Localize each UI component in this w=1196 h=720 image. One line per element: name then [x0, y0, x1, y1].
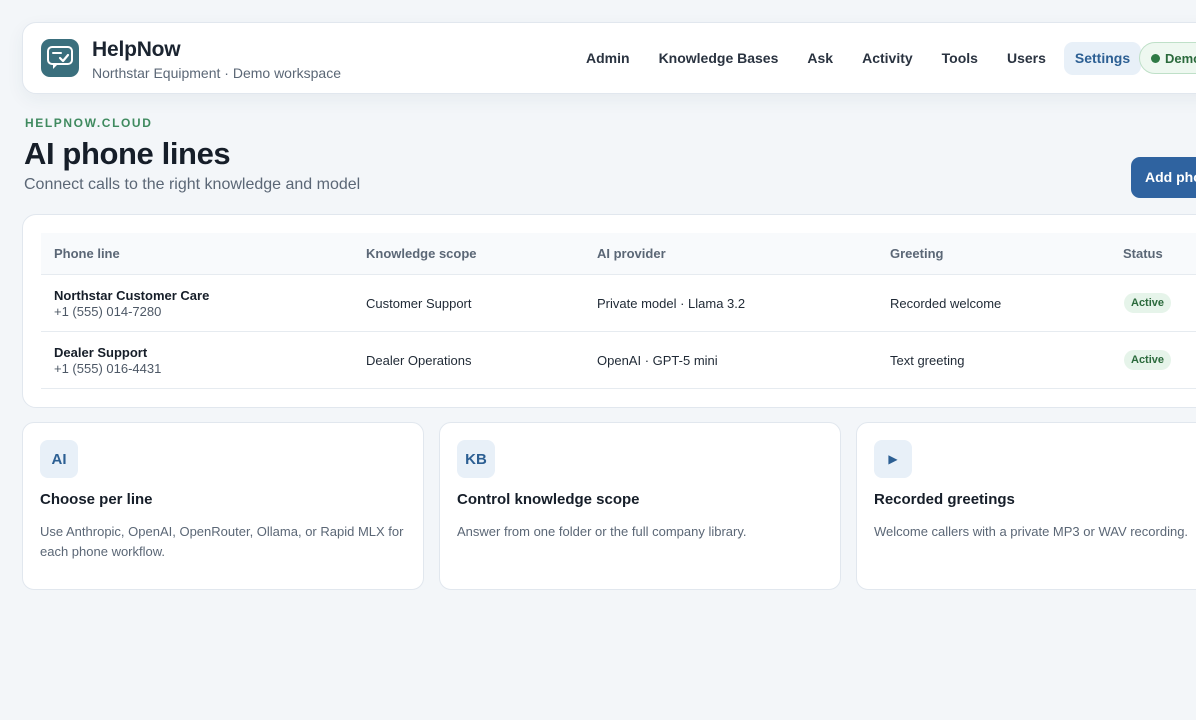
column-header-status[interactable]: Status: [1123, 246, 1163, 261]
status-badge: Active: [1124, 350, 1172, 370]
column-header-knowledge-scope[interactable]: Knowledge scope: [366, 246, 477, 261]
eyebrow-label: HELPNOW.CLOUD: [25, 116, 153, 130]
phone-line-number: +1 (555) 014-7280: [54, 304, 162, 319]
status-dot-icon: [1151, 53, 1160, 63]
nav-item-admin[interactable]: Admin: [575, 42, 641, 75]
knowledge-scope-cell: Customer Support: [366, 296, 472, 311]
nav-item-activity[interactable]: Activity: [851, 42, 924, 75]
add-phone-line-button[interactable]: Add phone line: [1131, 157, 1196, 198]
feature-description: Welcome callers with a private MP3 or WA…: [874, 524, 1189, 539]
ai-provider-cell: OpenAI · GPT-5 mini: [597, 353, 718, 368]
phone-line-name: Dealer Support: [54, 345, 148, 360]
phone-line-number: +1 (555) 016-4431: [54, 361, 162, 376]
table-header: Phone line Knowledge scope AI provider G…: [41, 233, 1196, 275]
nav-item-tools[interactable]: Tools: [931, 42, 989, 75]
nav-item-knowledge-bases[interactable]: Knowledge Bases: [648, 42, 790, 75]
feature-description: Answer from one folder or the full compa…: [457, 524, 747, 539]
column-header-greeting[interactable]: Greeting: [890, 246, 943, 261]
ai-icon: AI: [40, 440, 78, 478]
workspace-subtitle: Northstar Equipment · Demo workspace: [92, 65, 341, 81]
ai-provider-cell: Private model · Llama 3.2: [597, 296, 746, 311]
brand-name: HelpNow: [92, 38, 181, 61]
top-header: HelpNow Northstar Equipment · Demo works…: [22, 22, 1196, 94]
knowledge-scope-cell: Dealer Operations: [366, 353, 472, 368]
greeting-cell: Text greeting: [890, 353, 965, 368]
table-row[interactable]: Dealer Support +1 (555) 016-4431 Dealer …: [41, 332, 1196, 389]
table-row[interactable]: Northstar Customer Care +1 (555) 014-728…: [41, 275, 1196, 332]
helpnow-logo-icon[interactable]: [41, 39, 79, 77]
page-title: AI phone lines: [24, 136, 231, 171]
column-header-phone-line[interactable]: Phone line: [54, 246, 120, 261]
feature-card-knowledge-scope: KB Control knowledge scope Answer from o…: [439, 422, 841, 590]
feature-title: Recorded greetings: [874, 491, 1015, 508]
phone-line-name: Northstar Customer Care: [54, 288, 210, 303]
column-header-ai-provider[interactable]: AI provider: [597, 246, 666, 261]
demo-mode-badge[interactable]: Demo: [1139, 42, 1196, 74]
nav-item-settings[interactable]: Settings: [1063, 42, 1142, 75]
nav-item-ask[interactable]: Ask: [796, 42, 844, 75]
phone-lines-page: HelpNow Northstar Equipment · Demo works…: [0, 0, 1196, 720]
feature-description: Use Anthropic, OpenAI, OpenRouter, Ollam…: [40, 524, 404, 559]
feature-title: Control knowledge scope: [457, 491, 640, 508]
status-badge: Active: [1124, 293, 1172, 313]
nav-item-users[interactable]: Users: [996, 42, 1057, 75]
main-nav: Admin Knowledge Bases Ask Activity Tools…: [575, 42, 1148, 75]
play-icon: ▶: [874, 440, 912, 478]
demo-badge-label: Demo: [1165, 50, 1196, 66]
chat-check-icon: [47, 46, 73, 69]
phone-lines-table: Phone line Knowledge scope AI provider G…: [22, 214, 1196, 408]
page-subtitle: Connect calls to the right knowledge and…: [24, 176, 361, 193]
knowledge-base-icon: KB: [457, 440, 495, 478]
feature-title: Choose per line: [40, 491, 153, 508]
feature-card-recorded-greetings: ▶ Recorded greetings Welcome callers wit…: [856, 422, 1196, 590]
feature-card-choose-per-line: AI Choose per line Use Anthropic, OpenAI…: [22, 422, 424, 590]
greeting-cell: Recorded welcome: [890, 296, 1002, 311]
